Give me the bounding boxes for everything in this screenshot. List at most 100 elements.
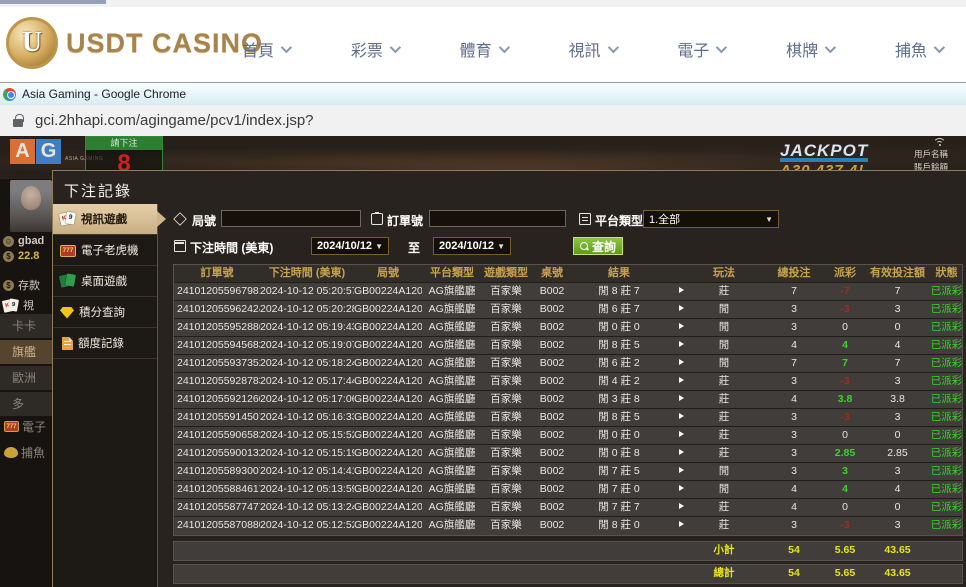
nav-item-5[interactable]: 電子 (677, 37, 724, 61)
bg-menu-icon-label: 捕魚 (21, 444, 45, 461)
username-row: ☺ gbad (3, 235, 44, 247)
nav-item-2[interactable]: 彩票 (351, 37, 398, 61)
table-row: 2410120559373522024-10-12 05:18:24GB0022… (174, 355, 962, 373)
cell-round: GB00224A120DG (354, 301, 422, 318)
nav-item-7[interactable]: 捕魚 (895, 37, 942, 61)
cell-play-video (664, 445, 684, 462)
nav-item-1[interactable]: 首頁 (242, 37, 289, 61)
browser-tab-edge (0, 0, 106, 4)
cell-time: 2024-10-12 05:20:28 (260, 301, 354, 318)
cell-platform: AG旗艦廳 (422, 427, 482, 444)
cell-platform: AG旗艦廳 (422, 517, 482, 535)
deposit-label: 存款 (18, 277, 40, 293)
table-row: 2410120559212602024-10-12 05:17:06GB0022… (174, 391, 962, 409)
cell-play-video (664, 463, 684, 480)
cell-game: 百家樂 (482, 319, 530, 336)
cell-order: 241012055952886 (174, 319, 260, 336)
cell-order: 241012055884617 (174, 481, 260, 498)
summary-value: 5.65 (824, 565, 866, 583)
cell-result: 閒 8 莊 5 (574, 409, 664, 426)
sidebar-item-4[interactable]: 積分查詢 (53, 297, 157, 328)
chevron-down-icon (934, 42, 945, 53)
summary-value (530, 565, 574, 583)
cell-table: B002 (530, 337, 574, 354)
cell-play-video (664, 481, 684, 498)
bet-time-label: 下注時間 (美東) (190, 239, 273, 256)
summary-value: 5.65 (824, 542, 866, 560)
table-row: 2410120559287832024-10-12 05:17:44GB0022… (174, 373, 962, 391)
cell-bet: 3 (764, 463, 824, 480)
cell-time: 2024-10-12 05:13:24 (260, 499, 354, 516)
cell-result: 閒 0 莊 8 (574, 445, 664, 462)
nav-item-4[interactable]: 視訊 (568, 37, 615, 61)
total-cells: 總計545.6543.65 (174, 565, 962, 583)
cell-play: 莊 (684, 391, 764, 408)
cards-icon: K9 (3, 299, 19, 312)
cell-payout: -3 (824, 409, 866, 426)
chevron-down-icon (716, 42, 727, 53)
nav-item-3[interactable]: 體育 (460, 37, 507, 61)
cell-play: 莊 (684, 283, 764, 300)
nav-item-label: 捕魚 (895, 37, 927, 61)
cell-play: 閒 (684, 355, 764, 372)
nav-item-label: 棋牌 (786, 37, 818, 61)
cell-payout: 3.8 (824, 391, 866, 408)
chevron-down-icon (607, 42, 618, 53)
sidebar-item-1[interactable]: K9視訊遊戲 (53, 204, 157, 235)
cell-valid: 3 (866, 409, 929, 426)
cell-platform: AG旗艦廳 (422, 373, 482, 390)
summary-value: 54 (764, 542, 824, 560)
cell-result: 閒 3 莊 8 (574, 391, 664, 408)
to-label: 至 (408, 239, 420, 256)
bg-menu-item-4: 多 (0, 392, 52, 416)
sidebar-item-5[interactable]: 額度記錄 (53, 328, 157, 359)
calendar-icon (174, 240, 186, 252)
search-button[interactable]: 查詢 (573, 237, 623, 255)
cell-payout: -3 (824, 373, 866, 390)
sidebar-item-2[interactable]: 777電子老虎機 (53, 235, 157, 266)
screen: U USDT CASINO 首頁彩票體育視訊電子棋牌捕魚 Asia Gaming… (0, 0, 966, 587)
cell-round: GB00224A120D5 (354, 499, 422, 516)
platform-select[interactable]: 1.全部▼ (643, 210, 779, 228)
cell-play: 閒 (684, 463, 764, 480)
cell-status: 已派彩 (929, 409, 964, 426)
order-input[interactable] (429, 210, 566, 227)
nav-item-label: 視訊 (568, 37, 600, 61)
cell-valid: 0 (866, 427, 929, 444)
date-from-select[interactable]: 2024/10/12▼ (311, 237, 389, 255)
game-page: A G ASIA GAMING 請下注 8 JACKPOT A30,437,4!… (0, 136, 966, 587)
cell-table: B002 (530, 499, 574, 516)
money-bag-icon: $ (3, 251, 14, 262)
header-cell: 局號 (354, 265, 422, 282)
summary-value (354, 565, 422, 583)
cell-valid: 4 (866, 337, 929, 354)
cell-order: 241012055877477 (174, 499, 260, 516)
date-to-select[interactable]: 2024/10/12▼ (433, 237, 511, 255)
site-logo[interactable]: U USDT CASINO (6, 17, 263, 69)
address-bar[interactable]: gci.2hhapi.com/agingame/pcv1/index.jsp? (0, 105, 966, 136)
cell-bet: 3 (764, 517, 824, 535)
cell-play-video (664, 499, 684, 516)
sidebar-item-3[interactable]: 桌面遊戲 (53, 266, 157, 297)
subtotal-row: 小計545.6543.65 (173, 541, 963, 561)
lock-icon (13, 119, 23, 127)
date-to-value: 2024/10/12 (439, 240, 494, 252)
cell-order: 241012055945683 (174, 337, 260, 354)
cell-bet: 3 (764, 319, 824, 336)
sidebar-item-label: 桌面遊戲 (81, 273, 127, 289)
cell-bet: 4 (764, 337, 824, 354)
bg-menu-icon-item-2: 捕魚 (4, 444, 45, 461)
cell-table: B002 (530, 481, 574, 498)
deposit-row: $ 存款 (3, 277, 40, 293)
bg-menu-item-2: 旗艦 (0, 340, 52, 364)
cell-result: 閒 7 莊 5 (574, 463, 664, 480)
nav-item-6[interactable]: 棋牌 (786, 37, 833, 61)
browser-top-strip (0, 0, 966, 7)
table-row: 2410120559145072024-10-12 05:16:33GB0022… (174, 409, 962, 427)
main-nav: 首頁 彩票 體育 視訊 電子 棋牌 捕魚 (242, 37, 942, 61)
cell-round: GB00224A120DB (354, 391, 422, 408)
cell-valid: 3 (866, 373, 929, 390)
cell-round: GB00224A120D6 (354, 481, 422, 498)
summary-value (530, 542, 574, 560)
round-input[interactable] (221, 210, 361, 227)
